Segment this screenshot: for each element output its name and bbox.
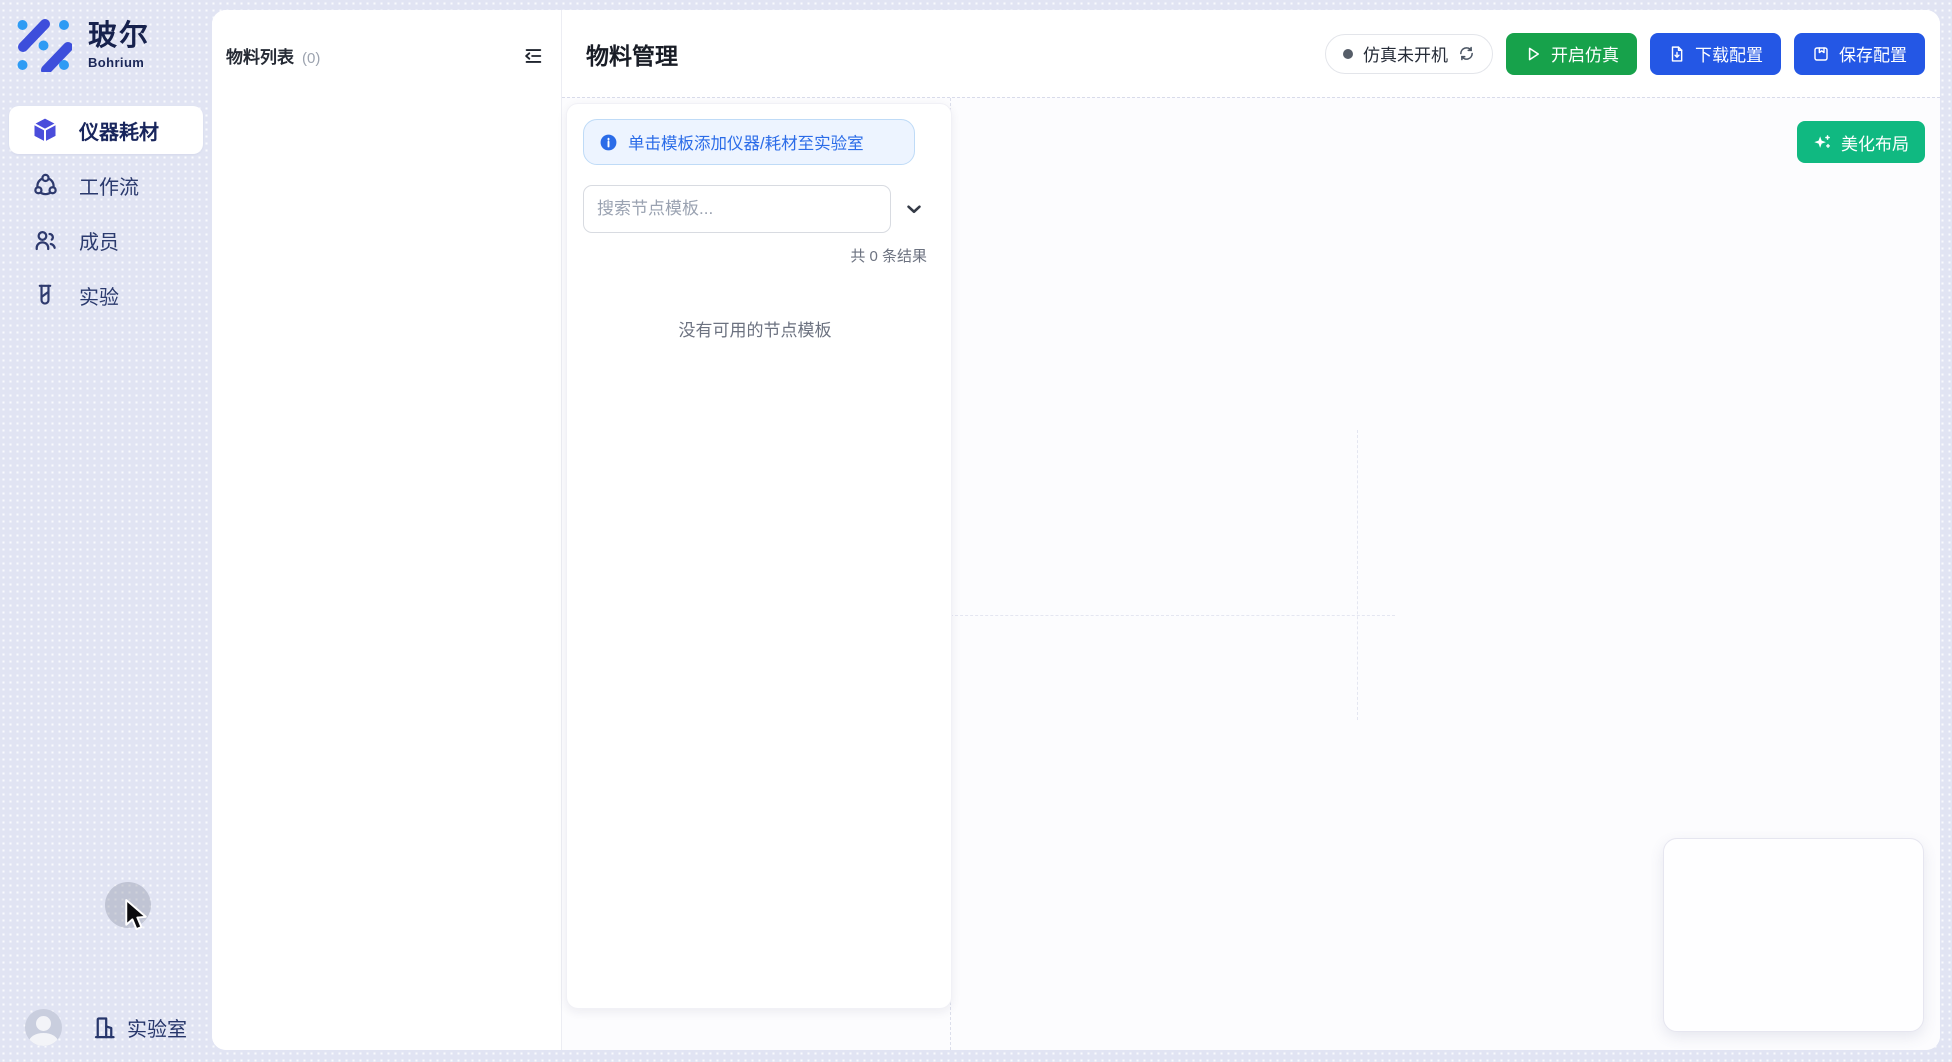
start-simulation-button[interactable]: 开启仿真 <box>1506 33 1637 75</box>
sidebar-item-label: 工作流 <box>79 171 139 200</box>
canvas-guide-line <box>950 615 1395 616</box>
sidebar-item-members[interactable]: 成员 <box>9 216 203 264</box>
play-icon <box>1524 45 1542 63</box>
users-icon <box>31 226 59 254</box>
empty-template-message: 没有可用的节点模板 <box>583 316 927 341</box>
sidebar-item-instruments[interactable]: 仪器耗材 <box>9 106 203 154</box>
results-count: 共 0 条结果 <box>583 245 927 266</box>
sidebar-item-lab[interactable]: 实验室 <box>91 1013 187 1042</box>
main-card: 物料列表 (0) 物料管理 仿真未开机 <box>212 10 1940 1050</box>
sidebar-item-label: 实验 <box>79 281 119 310</box>
file-download-icon <box>1668 45 1686 63</box>
minimap[interactable] <box>1663 838 1924 1032</box>
sidebar-nav: 仪器耗材 工作流 <box>9 106 203 319</box>
info-banner: 单击模板添加仪器/耗材至实验室 <box>583 119 915 165</box>
cube-icon <box>31 116 59 144</box>
building-icon <box>91 1014 118 1041</box>
sidebar-footer-label: 实验室 <box>127 1013 187 1042</box>
status-label: 仿真未开机 <box>1363 41 1448 66</box>
material-list-title: 物料列表 <box>226 43 294 68</box>
bohrium-logo-icon <box>16 14 72 72</box>
flow-canvas[interactable]: 单击模板添加仪器/耗材至实验室 共 0 条结果 没有可用的节点模板 <box>562 97 1940 1050</box>
search-template-input[interactable] <box>583 185 891 233</box>
download-config-button[interactable]: 下载配置 <box>1650 33 1781 75</box>
refresh-icon[interactable] <box>1458 45 1475 62</box>
simulation-status-pill[interactable]: 仿真未开机 <box>1325 34 1493 74</box>
sidebar-item-label: 仪器耗材 <box>79 116 159 145</box>
workflow-icon <box>31 171 59 199</box>
info-banner-text: 单击模板添加仪器/耗材至实验室 <box>628 130 864 154</box>
sidebar-item-experiments[interactable]: 实验 <box>9 271 203 319</box>
brand-logo: 玻尔 Bohrium <box>16 14 150 72</box>
collapse-panel-icon[interactable] <box>521 44 545 68</box>
node-template-panel: 单击模板添加仪器/耗材至实验室 共 0 条结果 没有可用的节点模板 <box>566 103 952 1009</box>
canvas-guide-line <box>1357 430 1358 720</box>
chevron-down-icon[interactable] <box>901 196 927 222</box>
sidebar-item-label: 成员 <box>79 226 119 255</box>
main-header: 物料管理 仿真未开机 开启仿真 <box>562 10 1940 97</box>
material-list-panel: 物料列表 (0) <box>212 10 562 1050</box>
app-root: 玻尔 Bohrium 仪器耗材 <box>0 0 1952 1062</box>
cursor-pointer <box>124 898 148 932</box>
brand-name: 玻尔 <box>88 19 150 54</box>
sidebar-item-workflow[interactable]: 工作流 <box>9 161 203 209</box>
sparkles-icon <box>1813 133 1832 152</box>
page-title: 物料管理 <box>586 37 678 71</box>
brand-subname: Bohrium <box>88 55 150 70</box>
material-list-count: (0) <box>302 50 320 67</box>
beautify-layout-button[interactable]: 美化布局 <box>1797 121 1925 163</box>
info-icon <box>599 133 618 152</box>
sidebar-footer: 实验室 <box>25 1009 187 1046</box>
save-config-button[interactable]: 保存配置 <box>1794 33 1925 75</box>
status-dot-icon <box>1343 49 1353 59</box>
save-bookmark-icon <box>1812 45 1830 63</box>
avatar[interactable] <box>25 1009 62 1046</box>
test-tube-icon <box>31 281 59 309</box>
